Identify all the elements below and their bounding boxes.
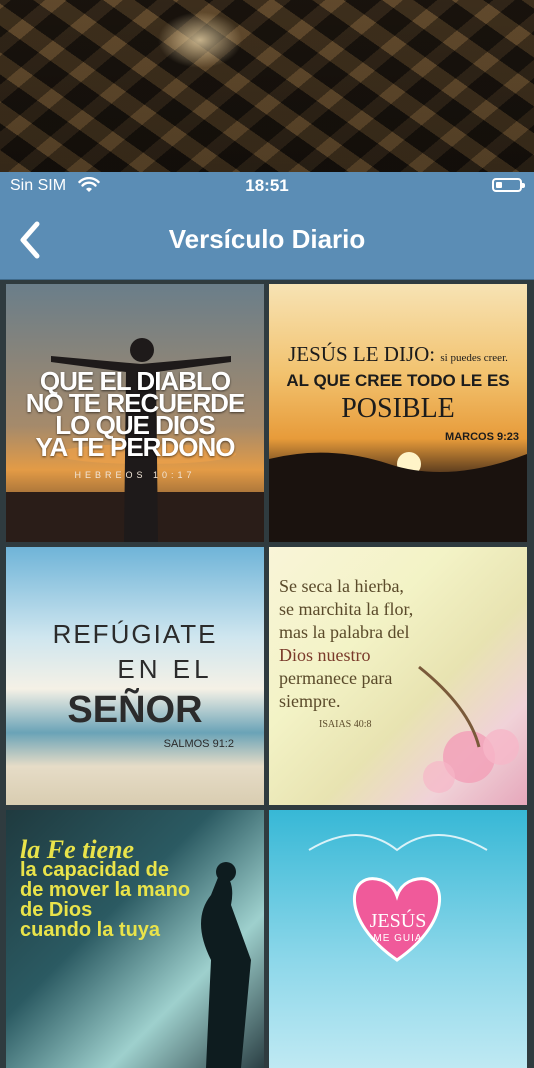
- tile-text-line: Se seca la hierba,: [279, 576, 404, 596]
- tile-text-line: SEÑOR: [67, 689, 203, 731]
- tile-text-line: siempre.: [279, 691, 341, 711]
- tile-text-line: JESÚS LE DIJO:: [288, 342, 436, 366]
- background-photo: [0, 0, 534, 172]
- verse-tile-salmos[interactable]: REFÚGIATE EN EL SEÑOR SALMOS 91:2: [6, 547, 264, 805]
- tile-text-line: de Dios: [20, 899, 93, 921]
- verse-reference: MARCOS 9:23: [445, 431, 519, 443]
- status-time: 18:51: [245, 176, 289, 195]
- tile-text-line: EN EL: [117, 654, 213, 684]
- verse-reference: ISAIAS 40:8: [319, 719, 372, 730]
- tile-text-line: YA TE PERDONO: [35, 432, 236, 462]
- tile-text-line: Dios nuestro: [279, 645, 371, 665]
- tile-text-line: cuando la tuya: [20, 919, 161, 941]
- tile-text-line: AL QUE CREE TODO LE ES: [286, 371, 510, 390]
- verse-tile-jesus-me-guia[interactable]: JESÚS ME GUIA: [269, 810, 527, 1068]
- tile-text-line: JESÚS: [369, 910, 427, 932]
- tile-text-line: ME GUIA: [373, 933, 423, 944]
- verse-tile-fe[interactable]: la Fe tiene la capacidad de de mover la …: [6, 810, 264, 1068]
- tile-text-line: mas la palabra del: [279, 622, 410, 642]
- tile-text-line: permanece para: [279, 668, 393, 688]
- tile-text-line: se marchita la flor,: [279, 599, 414, 619]
- page-title: Versículo Diario: [168, 224, 366, 254]
- tile-text-line: la Fe tiene: [20, 835, 135, 864]
- verse-tile-hebreos[interactable]: QUE EL DIABLO NO TE RECUERDE LO QUE DIOS…: [6, 284, 264, 542]
- tile-text-line: REFÚGIATE: [52, 619, 218, 649]
- status-bar: Sin SIM 18:51: [0, 172, 534, 200]
- battery-icon: [492, 178, 525, 192]
- tile-text-line: de mover la mano: [20, 879, 191, 901]
- verse-tile-marcos[interactable]: JESÚS LE DIJO: si puedes creer. AL QUE C…: [269, 284, 527, 542]
- verse-reference: SALMOS 91:2: [163, 738, 234, 750]
- verse-reference: HEBREOS 10:17: [74, 470, 196, 480]
- tile-text-line: POSIBLE: [341, 393, 455, 424]
- tile-text-line: la capacidad de: [20, 859, 169, 881]
- navigation-bar: Versículo Diario: [0, 200, 534, 280]
- verse-tile-isaias[interactable]: Se seca la hierba, se marchita la flor, …: [269, 547, 527, 805]
- tile-text-aside: si puedes creer.: [440, 352, 508, 364]
